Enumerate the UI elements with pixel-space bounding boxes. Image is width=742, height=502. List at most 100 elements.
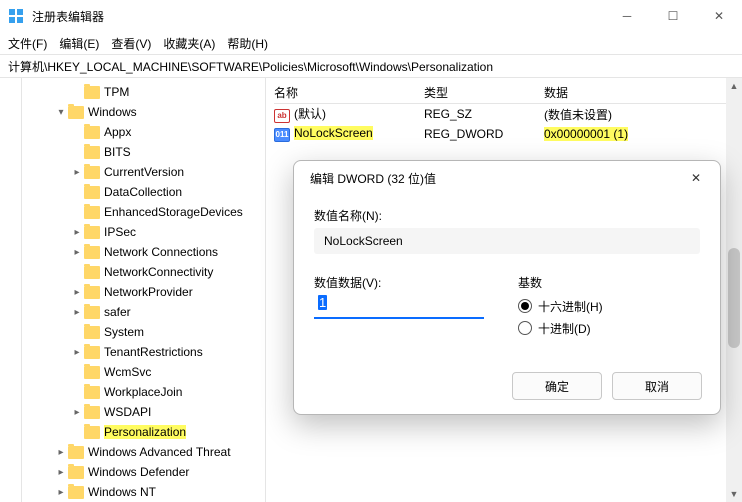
- column-data[interactable]: 数据: [544, 84, 734, 101]
- cancel-button[interactable]: 取消: [612, 372, 702, 400]
- tree-item-label: safer: [104, 305, 131, 319]
- menu-file[interactable]: 文件(F): [8, 35, 47, 52]
- menu-favorites[interactable]: 收藏夹(A): [163, 35, 215, 52]
- folder-icon: [84, 86, 100, 99]
- tree-item[interactable]: EnhancedStorageDevices: [22, 202, 265, 222]
- list-row[interactable]: 011NoLockScreenREG_DWORD0x00000001 (1): [274, 124, 734, 144]
- tree-item-label: DataCollection: [104, 185, 182, 199]
- tree-item[interactable]: ▸IPSec: [22, 222, 265, 242]
- tree-item[interactable]: Appx: [22, 122, 265, 142]
- radix-dec-label: 十进制(D): [538, 320, 591, 337]
- tree-item[interactable]: System: [22, 322, 265, 342]
- tree-item-label: Network Connections: [104, 245, 218, 259]
- tree-item-label: NetworkConnectivity: [104, 265, 213, 279]
- tree-item[interactable]: ▸ NetworkProvider: [22, 282, 265, 302]
- tree-item[interactable]: DataCollection: [22, 182, 265, 202]
- tree-twisty-spacer: [70, 265, 84, 279]
- value-type: REG_DWORD: [424, 127, 544, 141]
- chevron-right-icon[interactable]: ▸: [70, 225, 84, 239]
- folder-icon: [84, 386, 100, 399]
- tree-item[interactable]: WorkplaceJoin: [22, 382, 265, 402]
- chevron-right-icon[interactable]: ▸: [70, 245, 84, 259]
- folder-icon: [84, 286, 100, 299]
- address-bar[interactable]: 计算机\HKEY_LOCAL_MACHINE\SOFTWARE\Policies…: [0, 54, 742, 78]
- app-icon: [8, 8, 24, 24]
- tree-item[interactable]: WcmSvc: [22, 362, 265, 382]
- menu-view[interactable]: 查看(V): [111, 35, 151, 52]
- column-type[interactable]: 类型: [424, 84, 544, 101]
- folder-icon: [84, 226, 100, 239]
- value-data-input[interactable]: 1: [314, 295, 484, 319]
- chevron-right-icon[interactable]: ▸: [70, 345, 84, 359]
- vertical-scrollbar[interactable]: ▲ ▼: [726, 78, 742, 502]
- tree-twisty-spacer: [70, 145, 84, 159]
- window-buttons: ─ ☐ ✕: [604, 0, 742, 32]
- radio-hex[interactable]: [518, 299, 532, 313]
- radix-hex-row[interactable]: 十六进制(H): [518, 295, 700, 317]
- left-gutter: [0, 78, 22, 502]
- chevron-right-icon[interactable]: ▸: [70, 305, 84, 319]
- chevron-right-icon[interactable]: ▸: [54, 485, 68, 499]
- tree-item[interactable]: ▸ Windows Defender: [22, 462, 265, 482]
- close-button[interactable]: ✕: [696, 0, 742, 32]
- tree-item[interactable]: TPM: [22, 82, 265, 102]
- tree-item-label: NetworkProvider: [104, 285, 193, 299]
- maximize-button[interactable]: ☐: [650, 0, 696, 32]
- chevron-right-icon[interactable]: ▸: [70, 405, 84, 419]
- tree-item[interactable]: ▸Windows Advanced Threat: [22, 442, 265, 462]
- tree-item[interactable]: NetworkConnectivity: [22, 262, 265, 282]
- radio-dec[interactable]: [518, 321, 532, 335]
- radix-hex-label: 十六进制(H): [538, 298, 603, 315]
- tree-twisty-spacer: [70, 325, 84, 339]
- chevron-down-icon[interactable]: ▾: [54, 105, 68, 119]
- dialog-title-bar[interactable]: 编辑 DWORD (32 位)值 ✕: [294, 161, 720, 195]
- tree-item[interactable]: ▸Windows NT: [22, 482, 265, 502]
- chevron-right-icon[interactable]: ▸: [70, 165, 84, 179]
- tree-twisty-spacer: [70, 385, 84, 399]
- value-data: (数值未设置): [544, 106, 734, 123]
- tree-twisty-spacer: [70, 205, 84, 219]
- tree-item[interactable]: ▸ Network Connections: [22, 242, 265, 262]
- menu-help[interactable]: 帮助(H): [227, 35, 268, 52]
- ok-button[interactable]: 确定: [512, 372, 602, 400]
- tree-item[interactable]: ▸WSDAPI: [22, 402, 265, 422]
- tree-item[interactable]: BITS: [22, 142, 265, 162]
- value-type: REG_SZ: [424, 107, 544, 121]
- tree-item-label: TenantRestrictions: [104, 345, 203, 359]
- tree-item[interactable]: ▾ Windows: [22, 102, 265, 122]
- tree-item[interactable]: ▸ safer: [22, 302, 265, 322]
- list-row[interactable]: ab(默认)REG_SZ(数值未设置): [274, 104, 734, 124]
- folder-icon: [84, 406, 100, 419]
- column-name[interactable]: 名称: [274, 84, 424, 101]
- tree-item[interactable]: ▸CurrentVersion: [22, 162, 265, 182]
- tree-item[interactable]: Personalization: [22, 422, 265, 442]
- tree-item[interactable]: ▸ TenantRestrictions: [22, 342, 265, 362]
- tree-item-label: EnhancedStorageDevices: [104, 205, 243, 219]
- folder-icon: [84, 366, 100, 379]
- folder-icon: [84, 426, 100, 439]
- value-name-field: NoLockScreen: [314, 228, 700, 254]
- menu-edit[interactable]: 编辑(E): [59, 35, 99, 52]
- scroll-thumb[interactable]: [728, 248, 740, 348]
- tree-pane[interactable]: TPM ▾ Windows Appx BITS▸CurrentVersion DataCo…: [22, 78, 266, 502]
- tree-item-label: Windows: [88, 105, 137, 119]
- dialog-close-button[interactable]: ✕: [682, 164, 710, 192]
- tree-item-label: WcmSvc: [104, 365, 151, 379]
- tree-item-label: Appx: [104, 125, 131, 139]
- scroll-up-arrow[interactable]: ▲: [726, 78, 742, 94]
- chevron-right-icon[interactable]: ▸: [54, 445, 68, 459]
- value-data-label: 数值数据(V):: [314, 274, 494, 291]
- value-name-label: 数值名称(N):: [314, 207, 700, 224]
- menu-bar: 文件(F) 编辑(E) 查看(V) 收藏夹(A) 帮助(H): [0, 32, 742, 54]
- folder-icon: [68, 106, 84, 119]
- radix-dec-row[interactable]: 十进制(D): [518, 317, 700, 339]
- scroll-down-arrow[interactable]: ▼: [726, 486, 742, 502]
- value-data: 0x00000001 (1): [544, 127, 734, 141]
- chevron-right-icon[interactable]: ▸: [70, 285, 84, 299]
- value-name: (默认): [294, 107, 326, 121]
- tree-twisty-spacer: [70, 425, 84, 439]
- chevron-right-icon[interactable]: ▸: [54, 465, 68, 479]
- folder-icon: [68, 446, 84, 459]
- minimize-button[interactable]: ─: [604, 0, 650, 32]
- tree-item-label: Windows Defender: [88, 465, 189, 479]
